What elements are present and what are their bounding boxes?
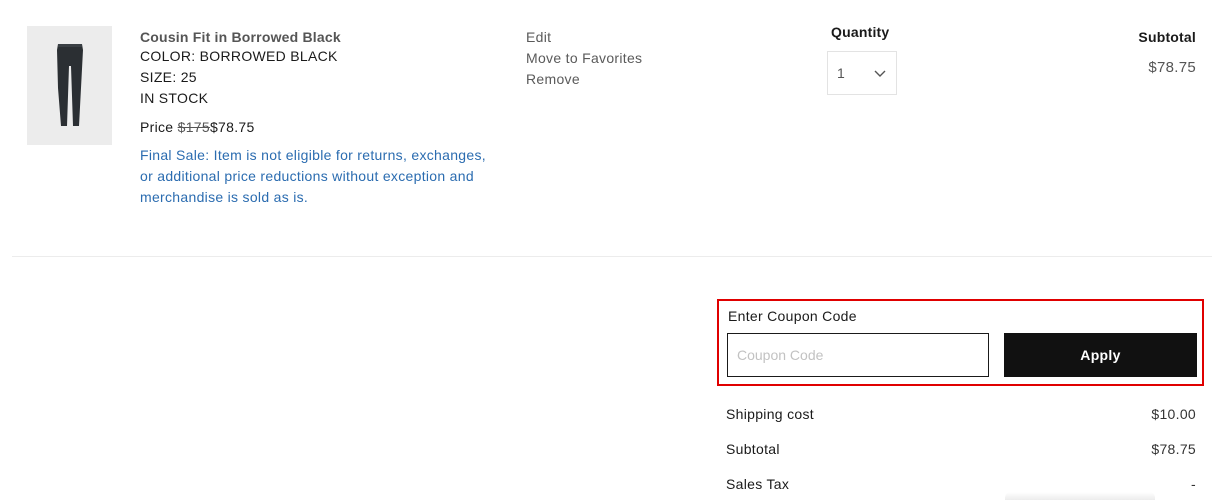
product-name[interactable]: Cousin Fit in Borrowed Black: [140, 28, 500, 46]
quantity-select[interactable]: 1: [827, 51, 897, 95]
coupon-label: Enter Coupon Code: [728, 308, 857, 324]
product-color: COLOR: BORROWED BLACK: [140, 48, 338, 64]
product-size: SIZE: 25: [140, 69, 197, 85]
chevron-down-icon: [874, 70, 886, 77]
quantity-value: 1: [837, 65, 845, 81]
edit-link[interactable]: Edit: [526, 27, 642, 48]
remove-link[interactable]: Remove: [526, 69, 642, 90]
summary-subtotal-label: Subtotal: [726, 441, 780, 457]
shipping-cost-row: Shipping cost $10.00: [726, 406, 1196, 422]
move-to-favorites-link[interactable]: Move to Favorites: [526, 48, 642, 69]
item-actions: Edit Move to Favorites Remove: [526, 27, 642, 90]
quantity-label: Quantity: [831, 24, 890, 40]
product-image[interactable]: [27, 26, 112, 145]
sales-tax-row: Sales Tax -: [726, 476, 1196, 492]
coupon-section: Enter Coupon Code Apply: [717, 299, 1204, 386]
jeans-thumbnail-icon: [27, 26, 112, 145]
apply-coupon-button[interactable]: Apply: [1004, 333, 1197, 377]
shipping-cost-value: $10.00: [1151, 406, 1196, 422]
summary-subtotal-value: $78.75: [1151, 441, 1196, 457]
original-price: $175: [177, 119, 210, 135]
price-line: Price $175$78.75: [140, 117, 500, 137]
sale-price: $78.75: [209, 119, 255, 135]
product-details: Cousin Fit in Borrowed Black COLOR: BORR…: [140, 28, 500, 208]
floating-widget-edge: [1005, 492, 1155, 500]
summary-subtotal-row: Subtotal $78.75: [726, 441, 1196, 457]
final-sale-note: Final Sale: Item is not eligible for ret…: [140, 147, 486, 205]
sales-tax-label: Sales Tax: [726, 476, 790, 492]
line-subtotal-value: $78.75: [1148, 59, 1196, 76]
shipping-cost-label: Shipping cost: [726, 406, 814, 422]
sales-tax-value: -: [1191, 476, 1196, 492]
line-subtotal-label: Subtotal: [1138, 29, 1196, 45]
divider: [12, 256, 1212, 257]
coupon-code-input[interactable]: [727, 333, 989, 377]
price-prefix: Price: [140, 119, 174, 135]
stock-status: IN STOCK: [140, 90, 209, 106]
